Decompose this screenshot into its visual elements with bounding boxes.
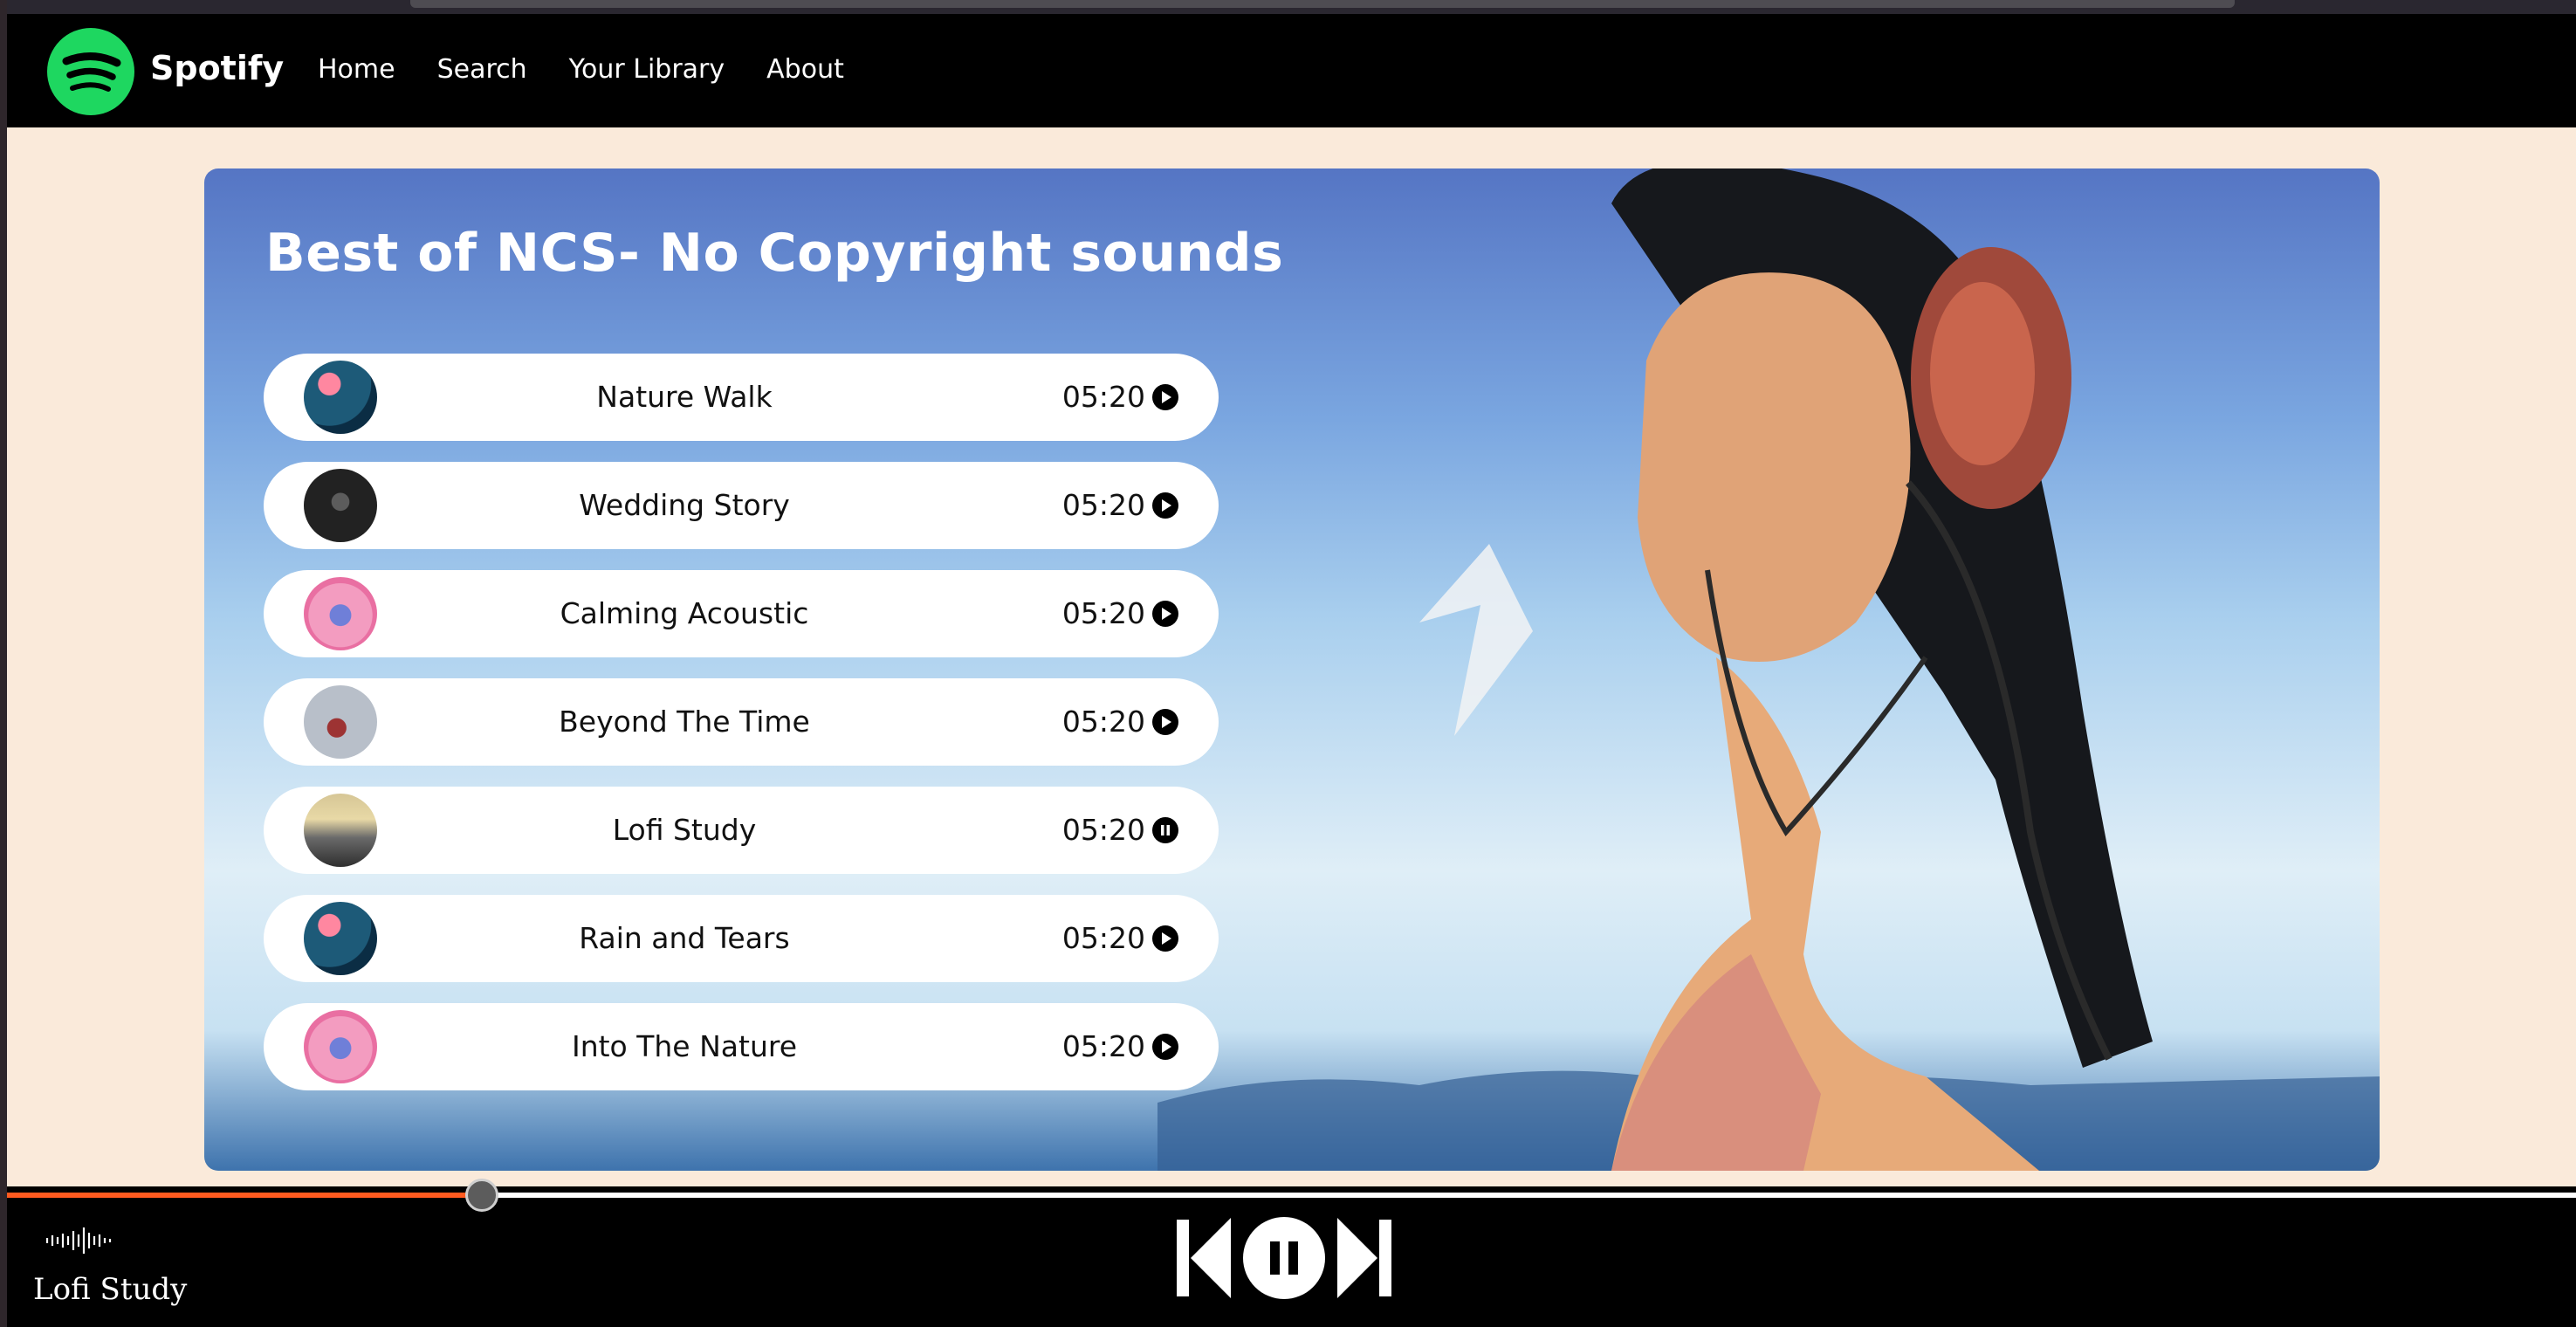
song-cover-image <box>304 1010 377 1083</box>
progress-thumb[interactable] <box>465 1179 498 1212</box>
play-circle-icon[interactable] <box>1152 925 1178 952</box>
song-cover-image <box>304 685 377 759</box>
progress-fill <box>7 1193 485 1198</box>
song-duration: 05:20 <box>1061 380 1145 414</box>
song-duration: 05:20 <box>1061 813 1145 847</box>
song-title: Wedding Story <box>579 488 790 522</box>
song-title: Rain and Tears <box>579 921 790 955</box>
playlist-banner: Best of NCS- No Copyright sounds Nature … <box>204 168 2380 1171</box>
song-duration: 05:20 <box>1061 1029 1145 1063</box>
song-item[interactable]: Nature Walk 05:20 <box>264 354 1219 441</box>
song-item[interactable]: Wedding Story 05:20 <box>264 462 1219 549</box>
song-duration: 05:20 <box>1061 921 1145 955</box>
song-title: Lofi Study <box>612 813 757 847</box>
window-edge <box>0 0 7 1327</box>
nav-link-home[interactable]: Home <box>318 54 395 85</box>
song-item[interactable]: Into The Nature 05:20 <box>264 1003 1219 1090</box>
play-circle-icon[interactable] <box>1152 709 1178 735</box>
song-title: Nature Walk <box>596 380 773 414</box>
song-cover-image <box>304 361 377 434</box>
pause-circle-icon[interactable] <box>1152 817 1178 843</box>
song-list: Nature Walk 05:20 Wedding Story 05:20 Ca… <box>264 354 1219 1111</box>
navbar: Spotify Home Search Your Library About <box>7 14 2576 127</box>
player-bar: Lofi Study <box>7 1179 2576 1327</box>
waveform-icon <box>45 1227 112 1254</box>
browser-top-strip <box>0 0 2576 14</box>
song-duration: 05:20 <box>1061 705 1145 739</box>
song-cover-image <box>304 577 377 650</box>
song-title: Beyond The Time <box>559 705 810 739</box>
play-circle-icon[interactable] <box>1152 492 1178 519</box>
brand-name[interactable]: Spotify <box>150 49 284 87</box>
song-duration: 05:20 <box>1061 596 1145 630</box>
nav-link-your-library[interactable]: Your Library <box>569 54 725 85</box>
song-cover-image <box>304 794 377 867</box>
song-cover-image <box>304 469 377 542</box>
song-title: Calming Acoustic <box>560 596 809 630</box>
play-circle-icon[interactable] <box>1152 601 1178 627</box>
banner-artwork <box>1157 168 2380 1171</box>
now-playing-title: Lofi Study <box>33 1272 188 1307</box>
pause-icon[interactable] <box>1243 1217 1325 1299</box>
play-circle-icon[interactable] <box>1152 1034 1178 1060</box>
nav-links: Home Search Your Library About <box>318 54 844 85</box>
song-cover-image <box>304 902 377 975</box>
song-item[interactable]: Beyond The Time 05:20 <box>264 678 1219 766</box>
playlist-title: Best of NCS- No Copyright sounds <box>265 223 1284 284</box>
song-item[interactable]: Lofi Study 05:20 <box>264 787 1219 874</box>
browser-tab <box>410 0 2235 8</box>
previous-track-icon[interactable] <box>1177 1218 1231 1298</box>
song-item[interactable]: Rain and Tears 05:20 <box>264 895 1219 982</box>
nav-link-about[interactable]: About <box>766 54 844 85</box>
spotify-logo-icon[interactable] <box>47 28 134 115</box>
song-item[interactable]: Calming Acoustic 05:20 <box>264 570 1219 657</box>
song-title: Into The Nature <box>571 1029 798 1063</box>
nav-link-search[interactable]: Search <box>437 54 527 85</box>
next-track-icon[interactable] <box>1337 1218 1391 1298</box>
song-duration: 05:20 <box>1061 488 1145 522</box>
play-circle-icon[interactable] <box>1152 384 1178 410</box>
playback-controls <box>1177 1217 1391 1299</box>
